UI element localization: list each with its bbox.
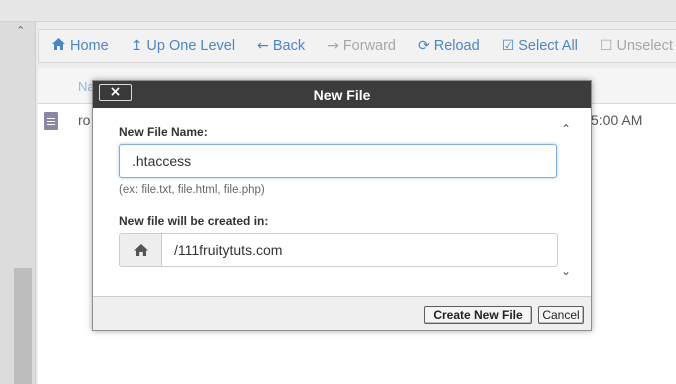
top-bar: [0, 0, 676, 22]
reload-icon: ⟳: [418, 38, 430, 54]
left-pane: ⌃: [0, 22, 36, 384]
new-file-name-label: New File Name:: [119, 125, 208, 139]
up-one-level-button[interactable]: ↥ Up One Level: [131, 38, 235, 54]
location-field-group: [119, 233, 558, 267]
dialog-title: New File: [313, 87, 371, 103]
file-name-hint: (ex: file.txt, file.html, file.php): [119, 184, 265, 196]
create-new-file-button[interactable]: Create New File: [424, 306, 532, 324]
checkbox-checked-icon: ☑: [501, 38, 515, 54]
location-input[interactable]: [162, 234, 557, 266]
dialog-body: New File Name: (ex: file.txt, file.html,…: [93, 108, 591, 296]
reload-button[interactable]: ⟳ Reload: [418, 38, 480, 54]
select-all-button[interactable]: ☑ Select All: [502, 38, 578, 54]
file-manager-toolbar: Home ↥ Up One Level ← Back → Forward ⟳ R…: [38, 29, 676, 63]
checkbox-empty-icon: ☐: [599, 38, 613, 54]
unselect-all-button[interactable]: ☐ Unselect All: [600, 38, 676, 54]
collapse-up-icon[interactable]: ⌃: [16, 24, 25, 37]
new-file-dialog: × New File New File Name: (ex: file.txt,…: [92, 80, 592, 331]
forward-arrow-icon: →: [327, 38, 339, 54]
file-icon: [44, 112, 58, 130]
home-icon: [51, 37, 66, 55]
back-button[interactable]: ← Back: [257, 38, 305, 54]
file-row-name[interactable]: ro: [78, 112, 90, 128]
dialog-header: × New File: [93, 81, 591, 108]
up-arrow-icon: ↥: [130, 38, 143, 54]
new-file-name-input[interactable]: [119, 144, 557, 178]
cancel-button[interactable]: Cancel: [538, 306, 584, 324]
left-pane-scrollbar[interactable]: [14, 268, 32, 384]
forward-button[interactable]: → Forward: [327, 38, 396, 54]
scroll-down-icon[interactable]: ⌄: [561, 264, 571, 278]
file-row-modified: 5:00 AM: [591, 112, 643, 128]
home-button[interactable]: Home: [51, 37, 109, 55]
location-label: New file will be created in:: [119, 214, 269, 228]
dialog-footer: Create New File Cancel: [93, 296, 591, 330]
home-icon: [120, 234, 162, 266]
scroll-up-icon[interactable]: ⌃: [561, 122, 571, 136]
back-arrow-icon: ←: [257, 38, 269, 54]
